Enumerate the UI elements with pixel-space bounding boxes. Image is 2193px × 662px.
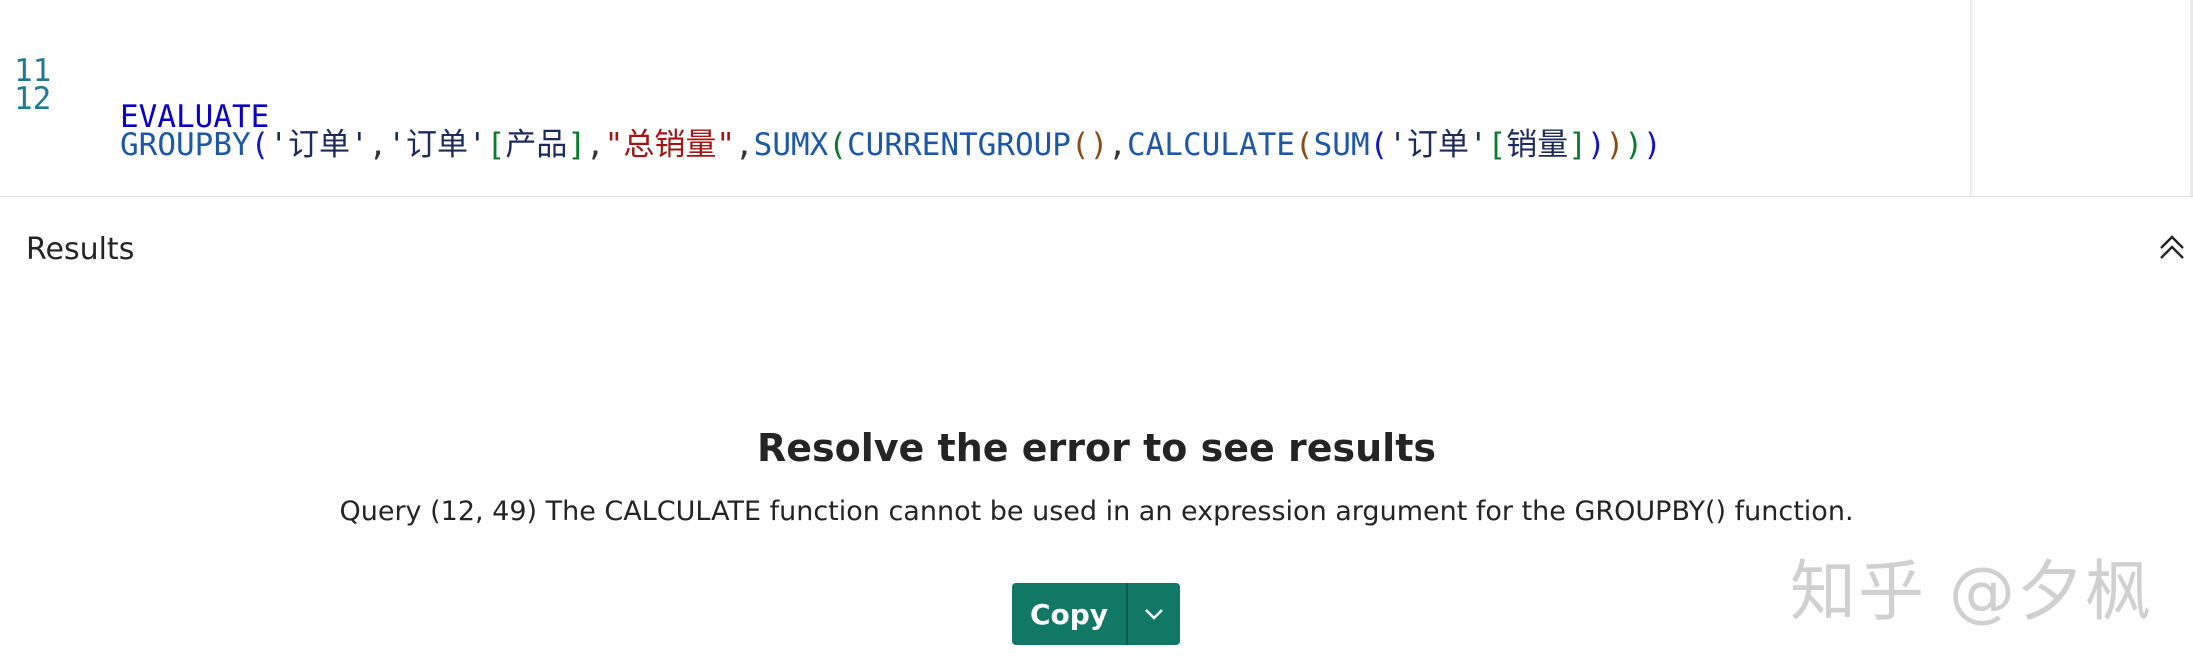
paren-token: ( <box>250 127 270 163</box>
paren-token: ( <box>828 127 847 163</box>
watermark: 知乎 @夕枫 <box>1790 553 2153 630</box>
comma-token: , <box>735 127 754 163</box>
paren-token: ( <box>1369 127 1389 163</box>
function-token: CURRENTGROUP <box>847 127 1071 163</box>
copy-button[interactable]: Copy <box>1012 583 1126 645</box>
editor-minimap[interactable] <box>1970 0 2193 196</box>
column-token: 销量 <box>1506 127 1569 163</box>
paren-token: ) <box>1605 127 1625 163</box>
error-title: Resolve the error to see results <box>757 426 1436 470</box>
function-token: SUM <box>1313 127 1370 163</box>
bracket-token: ] <box>1568 127 1587 163</box>
paren-token: ) <box>1642 127 1662 163</box>
function-token: SUMX <box>753 127 829 163</box>
copy-dropdown-button[interactable] <box>1128 583 1180 645</box>
paren-token: ) <box>1586 127 1606 163</box>
column-token: 产品 <box>505 127 568 163</box>
function-token: CALCULATE <box>1126 127 1295 163</box>
query-editor[interactable]: 11 EVALUATE 12 GROUPBY('订单','订单'[产品],"总销… <box>0 0 1970 196</box>
paren-token: ) <box>1624 127 1643 163</box>
pane-divider[interactable] <box>0 196 2193 197</box>
function-token: GROUPBY <box>120 127 251 163</box>
comma-token: , <box>1108 127 1127 163</box>
bracket-token: [ <box>486 127 506 163</box>
string-token: "总销量" <box>604 127 735 163</box>
comma-token: , <box>586 127 605 163</box>
bracket-token: [ <box>1487 127 1507 163</box>
paren-token: () <box>1070 127 1109 163</box>
copy-split-button[interactable]: Copy <box>1012 583 1180 645</box>
line-number: 12 <box>14 81 52 117</box>
code-content: GROUPBY('订单','订单'[产品],"总销量",SUMX(CURRENT… <box>120 122 1662 168</box>
table-token: '订单' <box>1388 127 1488 163</box>
collapse-results-button[interactable] <box>2155 230 2189 264</box>
chevron-down-icon <box>1145 609 1163 620</box>
comma-token: , <box>368 127 388 163</box>
table-token: '订单' <box>269 127 369 163</box>
results-header: Results <box>26 232 135 267</box>
paren-token: ( <box>1294 127 1314 163</box>
table-token: '订单' <box>387 127 487 163</box>
chevron-double-up-icon <box>2160 235 2184 259</box>
code-line-12[interactable]: 12 GROUPBY('订单','订单'[产品],"总销量",SUMX(CURR… <box>0 30 1662 163</box>
bracket-token: ] <box>567 127 586 163</box>
error-message: Query (12, 49) The CALCULATE function ca… <box>339 496 1854 527</box>
